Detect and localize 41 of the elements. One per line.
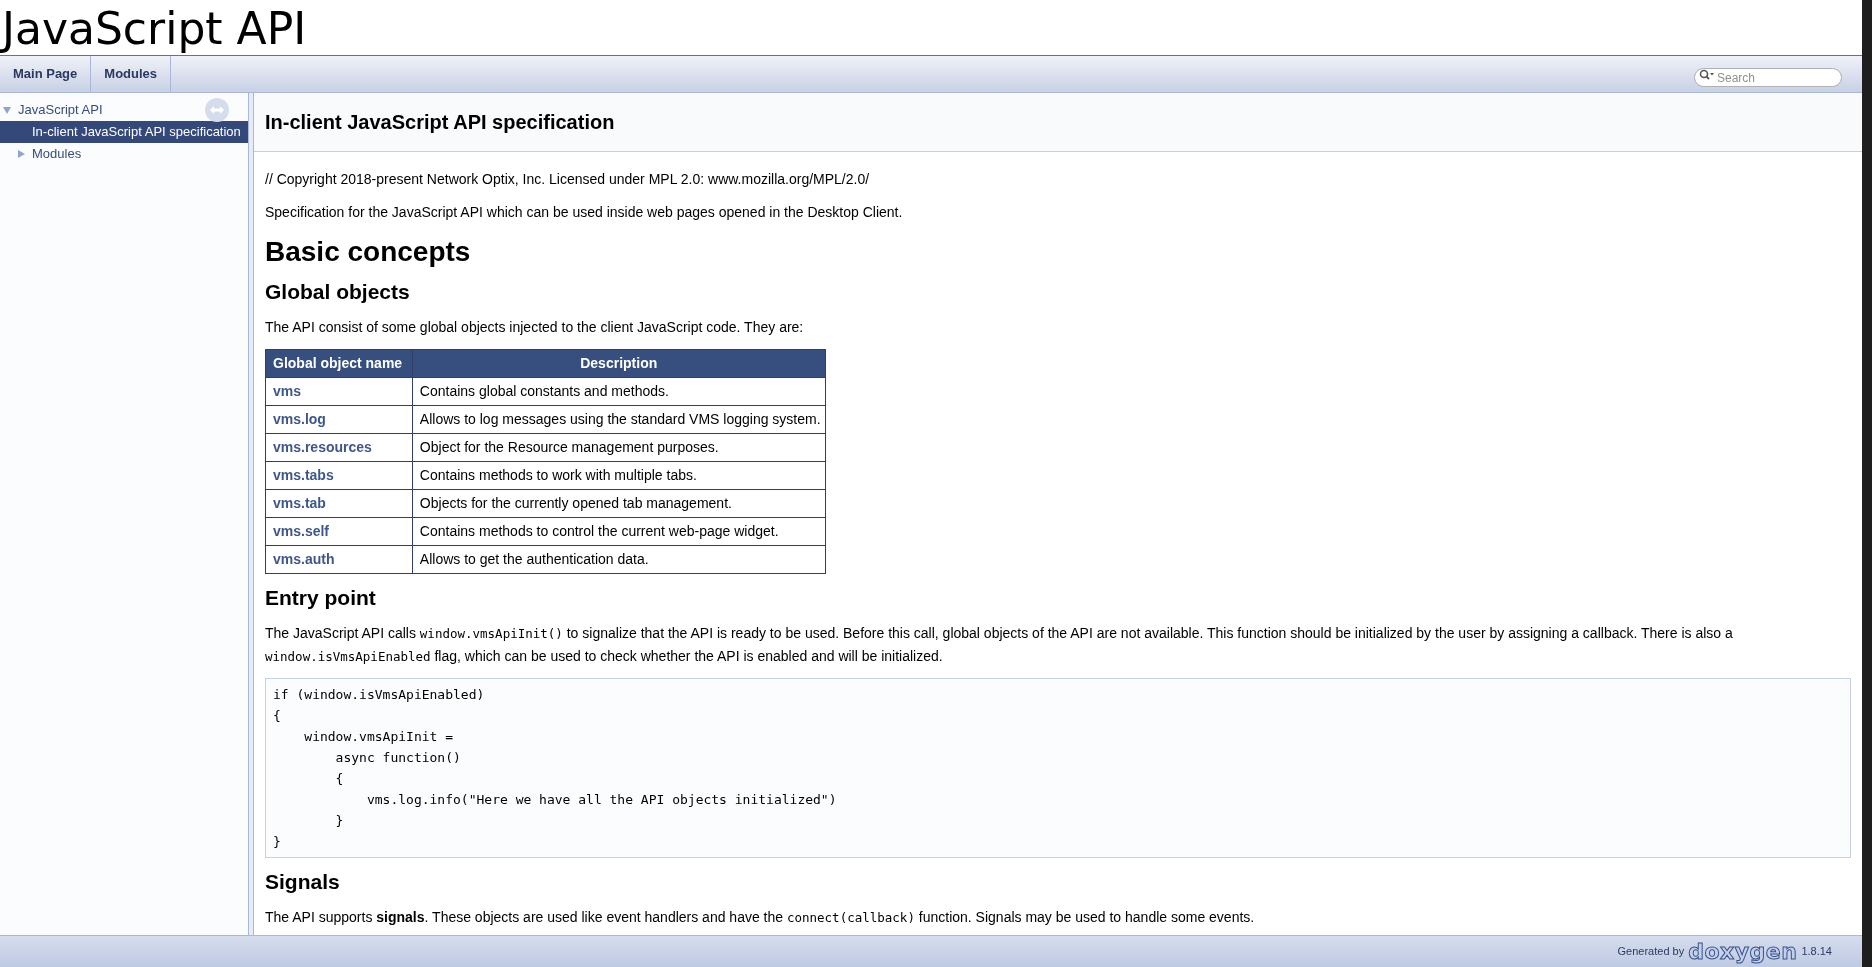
- table-cell: Allows to log messages using the standard VMS logging system.: [412, 405, 826, 434]
- table-cell: Objects for the currently opened tab management.: [412, 489, 826, 518]
- table-cell: Contains methods to control the current web-page widget.: [412, 517, 826, 546]
- project-title: JavaScript API: [2, 3, 307, 55]
- version-label: 1.8.14: [1801, 944, 1832, 960]
- table-cell: Object for the Resource management purposes.: [412, 433, 826, 462]
- paragraph: Specification for the JavaScript API which can be used inside web pages opened in the Desktop Client.: [265, 203, 904, 222]
- section-heading: Basic concepts: [265, 235, 472, 269]
- paragraph: The API supports signals. These objects are used like event handlers and have the connect(callback) function. Signals may be used to handle some events.: [265, 908, 1256, 927]
- caret-right-icon[interactable]: [16, 149, 26, 159]
- object-link[interactable]: vms.tabs: [265, 461, 413, 490]
- caret-down-icon[interactable]: [2, 105, 12, 115]
- search-field[interactable]: Search: [1694, 68, 1842, 87]
- object-link[interactable]: vms.self: [265, 517, 413, 546]
- scrollbar[interactable]: [1862, 0, 1872, 967]
- sync-toggle-icon[interactable]: [205, 98, 229, 122]
- nav-tab[interactable]: Modules: [91, 56, 172, 92]
- object-link[interactable]: vms: [265, 377, 413, 406]
- subsection-heading: Global objects: [265, 279, 411, 305]
- tree-item[interactable]: In-client JavaScript API specification: [0, 121, 248, 143]
- nav-tab[interactable]: Main Page: [0, 56, 92, 92]
- doxygen-logo[interactable]: doxygen: [1688, 940, 1798, 963]
- column-header: Description: [412, 349, 826, 378]
- object-link[interactable]: vms.resources: [265, 433, 413, 462]
- page-title: In-client JavaScript API specification: [265, 110, 615, 135]
- table-cell: Contains methods to work with multiple tabs.: [412, 461, 826, 490]
- column-header: Global object name: [265, 349, 413, 378]
- code-block: if (window.isVmsApiEnabled) { window.vmsApiInit = async function() { vms.log.info("Here we have all the API objects initialized") } }: [265, 678, 1851, 858]
- tree-item[interactable]: JavaScript API: [0, 99, 248, 121]
- object-link[interactable]: vms.tab: [265, 489, 413, 518]
- table-cell: Contains global constants and methods.: [412, 377, 826, 406]
- table-cell: Allows to get the authentication data.: [412, 545, 826, 574]
- tree-item[interactable]: Modules: [0, 143, 248, 165]
- paragraph: // Copyright 2018-present Network Optix, Inc. Licensed under MPL 2.0: www.mozilla.org/MPL/2.0/: [265, 170, 871, 189]
- subsection-heading: Signals: [265, 869, 341, 895]
- generated-by-label: Generated by: [1617, 944, 1685, 960]
- object-link[interactable]: vms.auth: [265, 545, 413, 574]
- paragraph: The API consist of some global objects injected to the client JavaScript code. They are:: [265, 318, 805, 337]
- paragraph: The JavaScript API calls window.vmsApiInit() to signalize that the API is ready to be used. Before this call, global objects of the API are not available. This function should be initialized by the user by assigning a callback. There is also a window.isVmsApiEnabled flag, which can be used to check whether the API is enabled and will be initialized.: [265, 624, 1734, 666]
- object-link[interactable]: vms.log: [265, 405, 413, 434]
- subsection-heading: Entry point: [265, 585, 377, 611]
